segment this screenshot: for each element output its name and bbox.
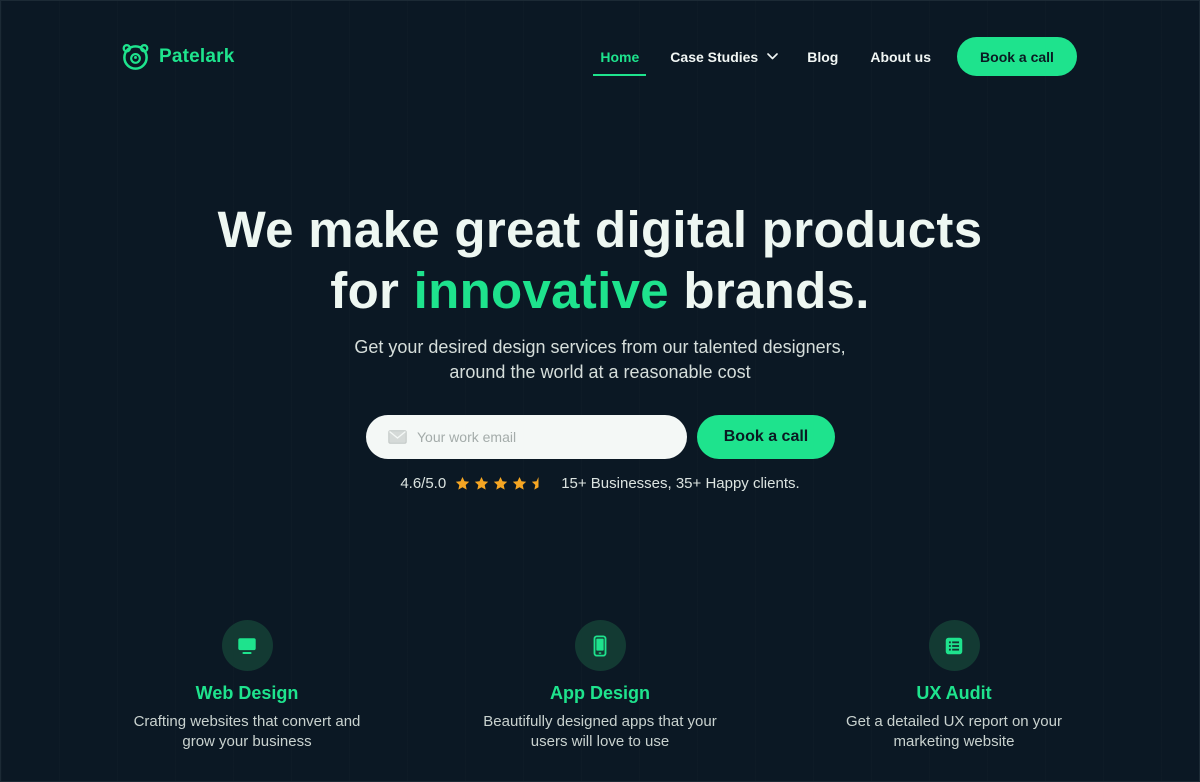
hero-title-line1: We make great digital products xyxy=(217,201,983,258)
top-nav: Patelark Home Case Studies Blog About us… xyxy=(121,37,1077,77)
social-proof-text: 15+ Businesses, 35+ Happy clients. xyxy=(561,475,800,492)
hero-title-accent: innovative xyxy=(413,262,669,319)
report-list-icon xyxy=(945,637,963,654)
feature-card: UX Audit Get a detailed UX report on you… xyxy=(804,620,1104,752)
chevron-down-icon xyxy=(767,53,779,60)
feature-title: Web Design xyxy=(195,683,299,703)
hero-title-line2-post: brands. xyxy=(668,262,870,319)
star-full-icon xyxy=(494,476,508,490)
feature-icon-circle xyxy=(928,620,980,671)
star-full-icon xyxy=(475,476,489,490)
bear-face-icon xyxy=(122,44,149,70)
feature-card: App Design Beautifully designed apps tha… xyxy=(450,620,750,752)
mail-icon xyxy=(388,430,407,444)
nav-link-case-studies[interactable]: Case Studies xyxy=(670,37,779,76)
brand-name: Patelark xyxy=(159,45,235,67)
nav-link-case-studies-label: Case Studies xyxy=(670,48,759,65)
rating-score: 4.6/5.0 xyxy=(400,475,447,492)
feature-description: Crafting websites that convert and grow … xyxy=(133,713,361,750)
monitor-icon xyxy=(238,637,256,654)
email-field[interactable] xyxy=(366,415,687,459)
brand-logo[interactable]: Patelark xyxy=(121,42,235,71)
star-full-icon xyxy=(513,476,527,490)
feature-description: Get a detailed UX report on your marketi… xyxy=(846,713,1062,750)
email-input[interactable] xyxy=(417,429,677,445)
hero-title-line2-pre: for xyxy=(330,262,414,319)
signup-form: Book a call xyxy=(366,415,835,459)
feature-icon-circle xyxy=(574,620,626,671)
rating-row: 4.6/5.0 15+ Businesses, 35+ Happy client… xyxy=(1,475,1199,492)
feature-card: Web Design Crafting websites that conver… xyxy=(97,620,397,752)
hero-title: We make great digital products for innov… xyxy=(1,199,1199,321)
main-menu: Home Case Studies Blog About us Book a c… xyxy=(593,37,1077,76)
feature-title: App Design xyxy=(549,683,650,703)
feature-icon-circle xyxy=(221,620,273,671)
star-half-icon xyxy=(532,476,539,490)
smartphone-icon xyxy=(593,634,607,657)
hero-book-call-button[interactable]: Book a call xyxy=(697,415,835,459)
nav-link-blog[interactable]: Blog xyxy=(807,37,838,76)
feature-description: Beautifully designed apps that your user… xyxy=(483,713,717,750)
hero-subtitle: Get your desired design services from ou… xyxy=(1,335,1199,385)
nav-book-call-button[interactable]: Book a call xyxy=(957,37,1077,76)
nav-link-about-us[interactable]: About us xyxy=(870,37,931,76)
nav-link-home[interactable]: Home xyxy=(593,37,647,76)
hero-subtitle-line1: Get your desired design services from ou… xyxy=(354,337,846,357)
feature-title: UX Audit xyxy=(916,683,992,703)
star-full-icon xyxy=(456,476,470,490)
rating-stars xyxy=(455,476,546,491)
hero-subtitle-line2: around the world at a reasonable cost xyxy=(449,362,751,382)
page: Patelark Home Case Studies Blog About us… xyxy=(0,0,1200,782)
